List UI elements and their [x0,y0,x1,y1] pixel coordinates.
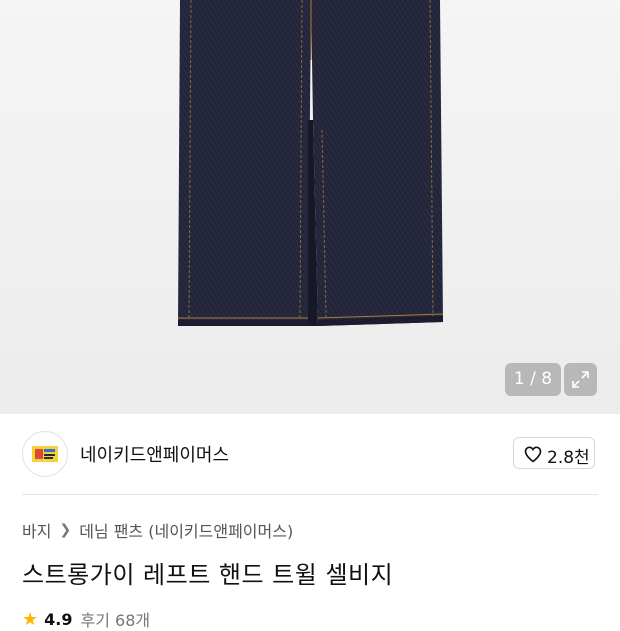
rating-score: 4.9 [44,609,73,629]
breadcrumb-category[interactable]: 바지 [22,518,51,542]
image-counter: 1 / 8 [505,363,561,396]
like-count: 2.8천 [547,448,590,468]
breadcrumb-subcategory[interactable]: 데님 팬츠 (네이키드앤페이머스) [79,518,293,542]
chevron-right-icon: ❯ [59,522,72,538]
product-image-gallery[interactable]: 1 / 8 [0,0,620,414]
expand-icon[interactable] [564,363,597,396]
rating-row[interactable]: ★ 4.9 후기 68개 [22,607,150,631]
breadcrumb: 바지 ❯ 데님 팬츠 (네이키드앤페이머스) [22,518,293,542]
brand-name[interactable]: 네이키드앤페이머스 [80,441,229,467]
star-icon: ★ [22,608,39,630]
brand-row[interactable]: 네이키드앤페이머스 2.8천 [0,414,620,494]
product-title: 스트롱가이 레프트 핸드 트윌 셀비지 [22,561,394,589]
brand-logo[interactable] [22,431,68,477]
divider [22,494,598,495]
jeans-image [178,0,444,326]
review-count[interactable]: 후기 68개 [80,607,150,631]
like-button[interactable]: 2.8천 [513,437,595,469]
heart-icon [524,446,542,463]
